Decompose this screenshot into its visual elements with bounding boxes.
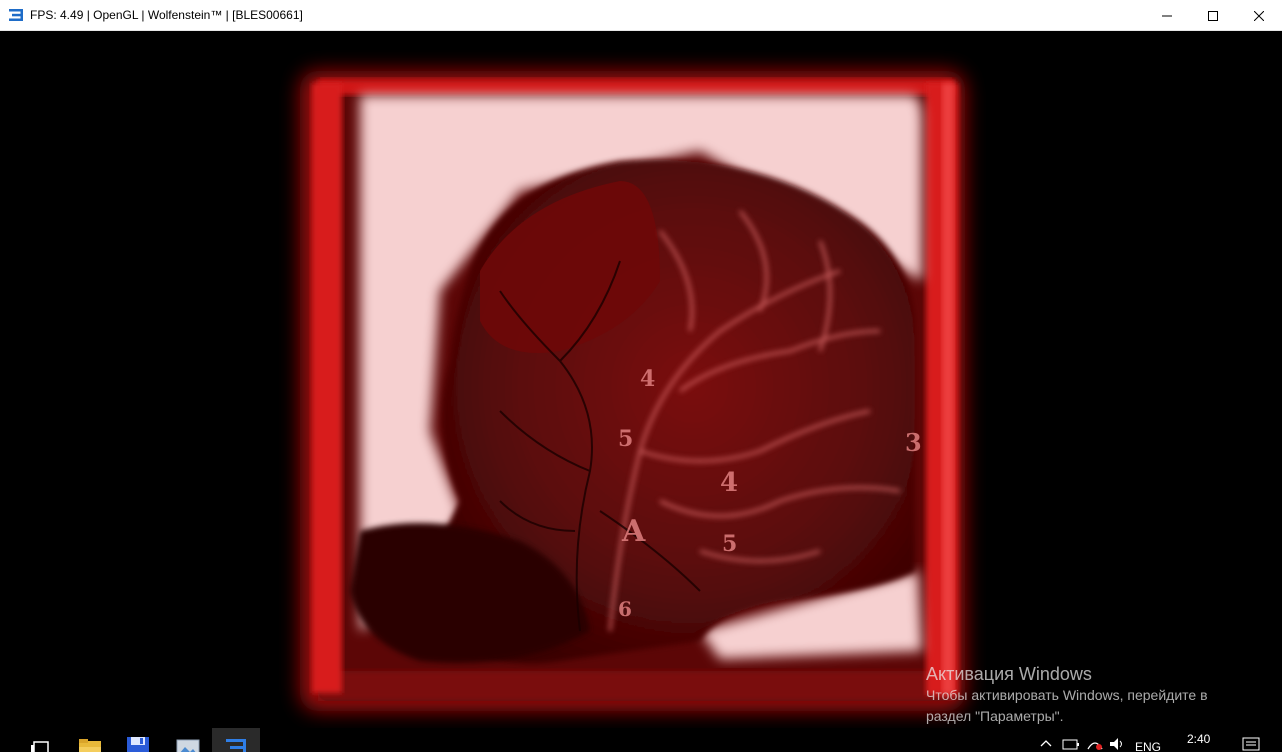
film-marking-6: 6 [618,597,632,621]
save-app-button[interactable] [114,728,162,752]
activation-title: Активация Windows [926,664,1092,684]
xray-skull-image: A 4 4 5 3 5 6 [300,71,965,711]
task-view-button[interactable] [16,728,64,752]
activation-text: Чтобы активировать Windows, перейдите в … [926,687,1208,724]
input-language[interactable]: ENG [1135,740,1161,752]
file-explorer-button[interactable] [66,728,114,752]
notifications-icon[interactable] [1242,737,1260,751]
film-marking-5b: 5 [722,531,737,557]
game-viewport[interactable]: A 4 4 5 3 5 6 Активация Windows Чтобы ак… [0,31,1282,728]
volume-icon[interactable] [1108,737,1126,751]
rpcs3-taskbar-button[interactable] [212,728,260,752]
image-viewer-button[interactable] [164,728,212,752]
maximize-button[interactable] [1190,0,1236,31]
network-icon[interactable] [1086,737,1104,751]
file-explorer-icon [79,739,101,752]
save-disk-icon [127,737,149,752]
image-viewer-icon [176,739,200,752]
close-icon [1254,10,1264,21]
windows-activation-watermark: Активация Windows Чтобы активировать Win… [926,663,1246,727]
minimize-icon [1162,15,1172,16]
film-marking-4b: 4 [640,366,655,392]
film-marking-4a: 4 [720,468,738,498]
battery-icon[interactable] [1062,737,1080,751]
taskbar: ENG 2:40 [0,728,1282,752]
film-marking-3: 3 [905,428,922,457]
rpcs3-app-icon [9,9,23,21]
window-title-bar[interactable]: FPS: 4.49 | OpenGL | Wolfenstein™ | [BLE… [0,0,1282,31]
clock-time[interactable]: 2:40 [1187,732,1210,746]
rpcs3-icon [226,739,246,752]
film-marking-5a: 5 [618,426,633,452]
task-view-icon [31,741,49,752]
chevron-up-icon[interactable] [1040,737,1052,749]
maximize-icon [1208,10,1218,21]
minimize-button[interactable] [1144,0,1190,31]
close-button[interactable] [1236,0,1282,31]
film-marking-A: A [621,514,646,549]
window-title: FPS: 4.49 | OpenGL | Wolfenstein™ | [BLE… [30,8,303,22]
